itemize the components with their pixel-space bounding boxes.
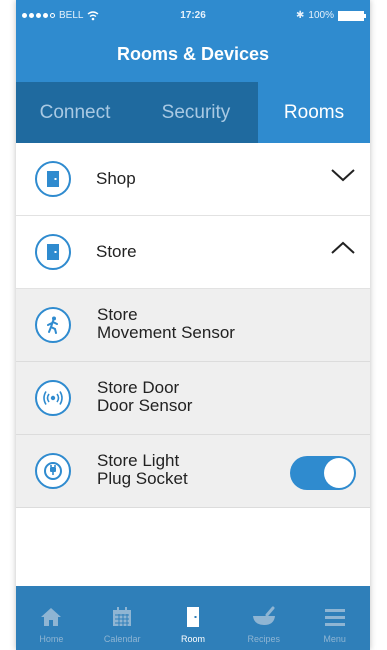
tab-security[interactable]: Security bbox=[134, 82, 258, 143]
nav-calendar-label: Calendar bbox=[103, 634, 141, 644]
tab-rooms[interactable]: Rooms bbox=[258, 82, 370, 143]
nav-recipes[interactable]: Recipes bbox=[228, 586, 299, 650]
device-row-plug-socket[interactable]: Store Light Plug Socket bbox=[16, 435, 370, 508]
device-row-door-sensor[interactable]: Store Door Door Sensor bbox=[16, 362, 370, 435]
plug-socket-toggle[interactable] bbox=[290, 456, 356, 490]
plug-icon bbox=[35, 453, 71, 489]
room-row-store[interactable]: Store bbox=[16, 216, 370, 289]
tab-bar: Connect Security Rooms bbox=[16, 82, 370, 143]
bottom-nav: Home Calendar Room Recipes Menu bbox=[16, 586, 370, 650]
door-icon bbox=[35, 234, 71, 270]
phone-screen: BELL 17:26 ✱ 100% Rooms & Devices Connec… bbox=[16, 0, 370, 650]
device-name: Store bbox=[97, 305, 138, 324]
door-icon bbox=[35, 161, 71, 197]
device-name: Store Light bbox=[97, 451, 180, 470]
tab-connect[interactable]: Connect bbox=[16, 82, 134, 143]
tab-security-label: Security bbox=[161, 101, 231, 123]
device-type: Movement Sensor bbox=[97, 323, 235, 342]
device-row-movement-sensor[interactable]: Store Movement Sensor bbox=[16, 289, 370, 362]
device-text: Store Light Plug Socket bbox=[97, 452, 188, 488]
tab-connect-label: Connect bbox=[39, 101, 111, 123]
home-icon bbox=[39, 603, 63, 631]
bowl-icon bbox=[251, 603, 277, 631]
status-right: ✱ 100% bbox=[296, 10, 366, 21]
toggle-knob bbox=[324, 458, 354, 488]
nav-home[interactable]: Home bbox=[16, 586, 87, 650]
menu-icon bbox=[324, 603, 346, 631]
battery-icon bbox=[338, 10, 366, 21]
door-icon bbox=[185, 603, 201, 631]
nav-recipes-label: Recipes bbox=[247, 634, 281, 644]
nav-menu[interactable]: Menu bbox=[299, 586, 370, 650]
nav-calendar[interactable]: Calendar bbox=[87, 586, 158, 650]
bluetooth-icon: ✱ bbox=[296, 10, 305, 21]
tab-rooms-label: Rooms bbox=[283, 101, 345, 123]
device-type: Door Sensor bbox=[97, 396, 193, 415]
device-text: Store Door Door Sensor bbox=[97, 379, 192, 415]
device-name: Store Door bbox=[97, 378, 180, 397]
room-label: Store bbox=[96, 242, 137, 261]
room-row-shop[interactable]: Shop bbox=[16, 143, 370, 216]
room-label: Shop bbox=[96, 169, 136, 188]
battery-percent: 100% bbox=[308, 10, 334, 21]
status-bar: BELL 17:26 ✱ 100% bbox=[16, 0, 370, 30]
chevron-down-icon[interactable] bbox=[330, 167, 356, 183]
chevron-up-icon[interactable] bbox=[330, 240, 356, 256]
nav-home-label: Home bbox=[39, 634, 64, 644]
device-type: Plug Socket bbox=[97, 469, 188, 488]
walking-person-icon bbox=[35, 307, 71, 343]
rooms-list: Shop Store Store Movement Sensor Store D… bbox=[16, 143, 370, 508]
nav-room[interactable]: Room bbox=[158, 586, 229, 650]
page-title: Rooms & Devices bbox=[116, 44, 270, 64]
nav-menu-label: Menu bbox=[323, 634, 346, 644]
nav-room-label: Room bbox=[180, 634, 205, 644]
signal-waves-icon bbox=[35, 380, 71, 416]
calendar-icon bbox=[111, 603, 133, 631]
app-header: BELL 17:26 ✱ 100% Rooms & Devices bbox=[16, 0, 370, 82]
device-text: Store Movement Sensor bbox=[97, 306, 235, 342]
